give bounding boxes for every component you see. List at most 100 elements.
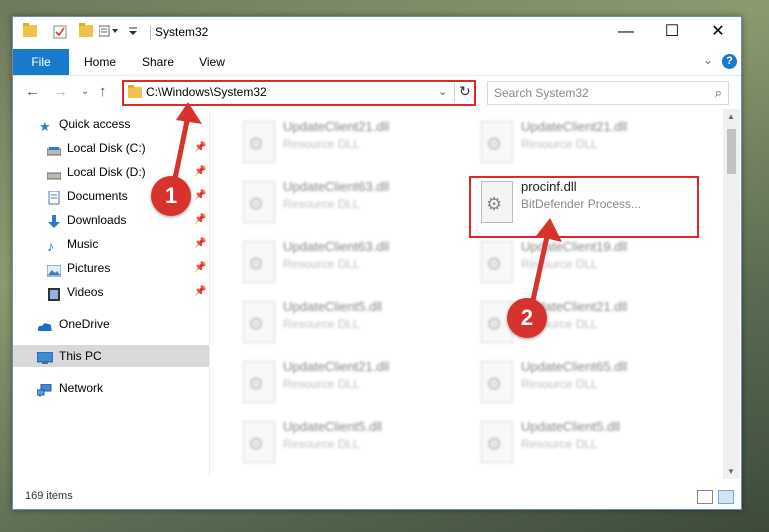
file-tile[interactable]: UpdateClient65.dll Resource DLL: [471, 357, 701, 409]
computer-icon: [36, 350, 54, 364]
file-type: Resource DLL: [521, 377, 598, 391]
forward-button[interactable]: →: [53, 83, 68, 100]
network-icon: [36, 382, 52, 397]
file-tile[interactable]: UpdateClient21.dll Resource DLL: [471, 297, 701, 349]
file-tile[interactable]: UpdateClient5.dll Resource DLL: [471, 417, 701, 469]
file-type: Resource DLL: [283, 137, 360, 151]
quick-access-toolbar-dropdown-icon[interactable]: [127, 25, 141, 37]
sidebar-item-pictures[interactable]: Pictures 📌: [13, 257, 209, 279]
new-folder-icon[interactable]: [79, 23, 93, 37]
status-bar: 169 items: [13, 485, 741, 507]
sidebar-item-onedrive[interactable]: OneDrive: [13, 313, 209, 335]
drive-icon: [46, 166, 62, 180]
search-box[interactable]: Search System32 ⌕: [487, 81, 729, 105]
annotation-badge-2: 2: [507, 298, 547, 338]
file-name: UpdateClient63.dll: [283, 239, 390, 254]
file-type: Resource DLL: [283, 437, 360, 451]
file-type: Resource DLL: [283, 257, 360, 271]
sidebar-item-label: Videos: [67, 285, 104, 299]
file-type: Resource DLL: [283, 197, 360, 211]
sidebar-item-label: Music: [67, 237, 99, 251]
dll-file-icon: [481, 121, 513, 163]
title-bar: System32 — ☐ ✕: [13, 17, 741, 47]
file-tile[interactable]: UpdateClient63.dll Resource DLL: [233, 177, 463, 229]
file-name: UpdateClient21.dll: [283, 359, 390, 374]
file-tile[interactable]: UpdateClient21.dll Resource DLL: [233, 117, 463, 169]
file-type: Resource DLL: [521, 137, 598, 151]
item-count: 169 items: [25, 490, 73, 502]
search-icon[interactable]: ⌕: [715, 85, 722, 101]
sidebar-item-label: OneDrive: [59, 317, 110, 331]
drive-icon: [46, 142, 62, 156]
dll-file-icon: [243, 241, 275, 283]
dll-file-icon: [243, 421, 275, 463]
refresh-icon[interactable]: ↻: [459, 83, 471, 100]
sidebar-item-this-pc[interactable]: This PC: [13, 345, 209, 367]
file-type: Resource DLL: [283, 377, 360, 391]
cloud-icon: [37, 318, 52, 331]
scroll-down-icon[interactable]: ▼: [727, 467, 735, 476]
sidebar-item-music[interactable]: ♪ Music 📌: [13, 233, 209, 255]
file-tile[interactable]: UpdateClient21.dll Resource DLL: [471, 117, 701, 169]
file-type: Resource DLL: [521, 437, 598, 451]
customize-icon[interactable]: [98, 25, 118, 37]
title-separator: [150, 26, 151, 40]
expand-ribbon-icon[interactable]: ⌄: [703, 53, 713, 67]
sidebar-item-network[interactable]: Network: [13, 377, 209, 399]
help-icon[interactable]: ?: [722, 54, 737, 69]
tab-view[interactable]: View: [189, 49, 235, 75]
window-title: System32: [155, 25, 209, 39]
file-tile[interactable]: UpdateClient5.dll Resource DLL: [233, 297, 463, 349]
dll-file-icon: [243, 361, 275, 403]
sidebar-item-videos[interactable]: Videos 📌: [13, 281, 209, 303]
sidebar-item-label: Documents: [67, 189, 128, 203]
vertical-scrollbar[interactable]: ▲ ▼: [723, 109, 740, 479]
file-name: UpdateClient21.dll: [283, 119, 390, 134]
file-name: UpdateClient5.dll: [521, 419, 621, 434]
file-tile[interactable]: UpdateClient19.dll Resource DLL: [471, 237, 701, 289]
scroll-thumb[interactable]: [727, 129, 736, 174]
file-tile[interactable]: UpdateClient63.dll Resource DLL: [233, 237, 463, 289]
downloads-icon: [47, 214, 61, 228]
navigation-bar: ← → ⌄ ↑ C:\Windows\System32 ⌄ ↻ Search S…: [13, 77, 741, 107]
sidebar-item-label: Local Disk (D:): [67, 165, 146, 179]
pictures-icon: [46, 262, 62, 277]
file-tile[interactable]: UpdateClient5.dll Resource DLL: [233, 417, 463, 469]
up-button[interactable]: ↑: [99, 83, 107, 100]
scroll-up-icon[interactable]: ▲: [727, 112, 735, 121]
dll-file-icon: [243, 121, 275, 163]
file-name: UpdateClient5.dll: [283, 419, 383, 434]
recent-locations-icon[interactable]: ⌄: [81, 86, 89, 97]
sidebar-item-label: Network: [59, 381, 104, 395]
search-input[interactable]: Search System32: [494, 86, 589, 100]
back-button[interactable]: ←: [25, 83, 40, 100]
file-tile[interactable]: UpdateClient21.dll Resource DLL: [233, 357, 463, 409]
file-name: UpdateClient21.dll: [521, 119, 628, 134]
file-name: UpdateClient63.dll: [283, 179, 390, 194]
address-path[interactable]: C:\Windows\System32: [146, 85, 267, 99]
music-icon: ♪: [47, 238, 54, 254]
dll-file-icon: [243, 181, 275, 223]
properties-icon[interactable]: [53, 25, 67, 39]
tab-file[interactable]: File: [13, 49, 69, 75]
pin-icon: 📌: [194, 286, 207, 297]
maximize-button[interactable]: ☐: [649, 17, 695, 47]
file-name: UpdateClient5.dll: [283, 299, 383, 314]
sidebar-item-label: Local Disk (C:): [67, 141, 146, 155]
videos-icon: [47, 286, 61, 301]
sidebar-item-label: Downloads: [67, 213, 127, 227]
annotation-badge-1: 1: [151, 176, 191, 216]
close-button[interactable]: ✕: [695, 17, 741, 47]
details-view-icon[interactable]: [697, 490, 713, 504]
star-icon: ★: [39, 119, 51, 134]
address-dropdown-icon[interactable]: ⌄: [438, 85, 447, 98]
folder-icon: [128, 85, 142, 98]
pin-icon: 📌: [194, 262, 207, 273]
documents-icon: [47, 190, 61, 205]
file-type: Resource DLL: [283, 317, 360, 331]
minimize-button[interactable]: —: [603, 17, 649, 47]
tab-home[interactable]: Home: [75, 49, 125, 75]
ribbon: File Home Share View ⌄ ?: [13, 49, 741, 76]
tab-share[interactable]: Share: [133, 49, 183, 75]
large-icons-view-icon[interactable]: [718, 490, 734, 504]
